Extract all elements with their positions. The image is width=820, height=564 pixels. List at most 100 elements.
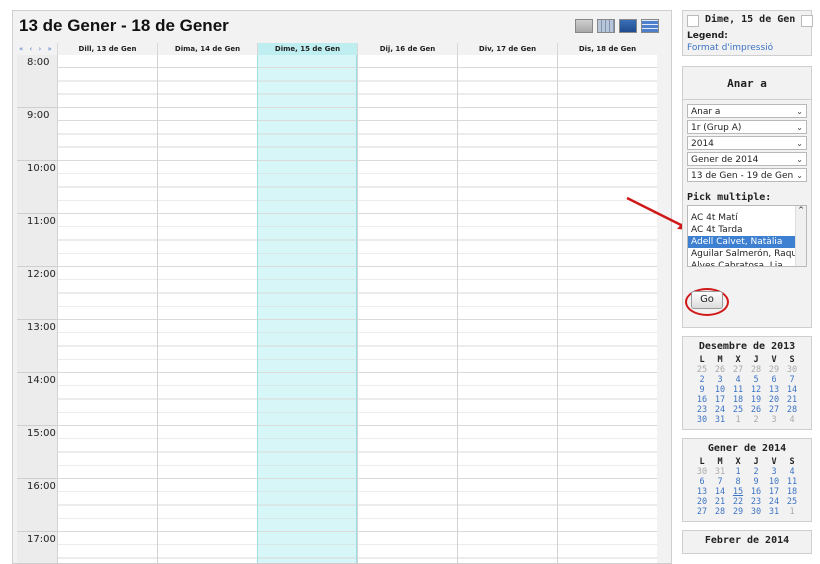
weekday-label: M: [717, 457, 723, 467]
work-week-view-icon[interactable]: [619, 19, 637, 33]
calendar-day[interactable]: 21: [783, 395, 801, 405]
go-button[interactable]: Go: [691, 291, 723, 309]
select-value: Gener de 2014: [691, 155, 759, 165]
day-header[interactable]: Dill, 13 de Gen: [57, 43, 157, 55]
calendar-day[interactable]: 10: [765, 477, 783, 487]
list-item[interactable]: Aguilar Salmerón, Raqu: [688, 248, 806, 260]
calendar-day[interactable]: 29: [729, 507, 747, 517]
calendar-day[interactable]: 31: [765, 507, 783, 517]
calendar-day[interactable]: 8: [729, 477, 747, 487]
calendar-day[interactable]: 7: [711, 477, 729, 487]
calendar-day[interactable]: 9: [747, 477, 765, 487]
calendar-day[interactable]: 25: [783, 497, 801, 507]
goto-select[interactable]: Anar a ⌄: [687, 104, 807, 118]
goto-select[interactable]: 13 de Gen - 19 de Gen ⌄: [687, 168, 807, 182]
week-nav-arrows[interactable]: « ‹ › »: [17, 43, 57, 55]
goto-select[interactable]: 1r (Grup A) ⌄: [687, 120, 807, 134]
calendar-day[interactable]: 11: [783, 477, 801, 487]
calendar-day[interactable]: 27: [693, 507, 711, 517]
list-item[interactable]: AC 4t Matí: [688, 212, 806, 224]
mini-calendar-title[interactable]: Desembre de 2013: [683, 341, 811, 352]
calendar-day[interactable]: 4: [783, 467, 801, 477]
day-column[interactable]: [357, 55, 457, 563]
calendar-day[interactable]: 26: [747, 405, 765, 415]
calendar-day[interactable]: 14: [783, 385, 801, 395]
calendar-day[interactable]: 14: [711, 487, 729, 497]
day-column[interactable]: [57, 55, 157, 563]
calendar-day[interactable]: 9: [693, 385, 711, 395]
calendar-day[interactable]: 24: [765, 497, 783, 507]
calendar-day[interactable]: 23: [747, 497, 765, 507]
calendar-day[interactable]: 18: [783, 487, 801, 497]
next-day-box[interactable]: [801, 15, 813, 27]
day-header[interactable]: Dime, 15 de Gen: [257, 43, 357, 55]
calendar-day[interactable]: 1: [729, 467, 747, 477]
calendar-day[interactable]: 28: [711, 507, 729, 517]
calendar-day[interactable]: 28: [783, 405, 801, 415]
calendar-day[interactable]: 3: [711, 375, 729, 385]
calendar-day[interactable]: 15: [729, 487, 747, 497]
goto-select[interactable]: 2014 ⌄: [687, 136, 807, 150]
calendar-day[interactable]: 4: [729, 375, 747, 385]
calendar-day[interactable]: 20: [693, 497, 711, 507]
listbox-scrollbar[interactable]: ^: [795, 206, 806, 266]
calendar-day[interactable]: 18: [729, 395, 747, 405]
calendar-day[interactable]: 13: [693, 487, 711, 497]
calendar-day[interactable]: 21: [711, 497, 729, 507]
calendar-day[interactable]: 16: [747, 487, 765, 497]
calendar-day[interactable]: 16: [693, 395, 711, 405]
day-column[interactable]: [557, 55, 657, 563]
mini-calendar-title[interactable]: Gener de 2014: [683, 443, 811, 454]
list-item[interactable]: AC 4t Tarda: [688, 224, 806, 236]
mini-calendar-title[interactable]: Febrer de 2014: [683, 535, 811, 546]
week-view-icon[interactable]: [597, 19, 615, 33]
calendar-day[interactable]: 5: [747, 375, 765, 385]
day-headers: Dill, 13 de Gen Dima, 14 de Gen Dime, 15 d…: [57, 43, 657, 55]
day-column[interactable]: [457, 55, 557, 563]
calendar-day[interactable]: 17: [765, 487, 783, 497]
calendar-day[interactable]: 31: [711, 415, 729, 425]
day-header[interactable]: Dima, 14 de Gen: [157, 43, 257, 55]
hour-label: 14:00: [17, 373, 57, 426]
calendar-day[interactable]: 27: [765, 405, 783, 415]
list-item[interactable]: Alves Cabratosa, Lia: [688, 260, 806, 266]
calendar-day[interactable]: 11: [729, 385, 747, 395]
list-item[interactable]: Adell Calvet, Natàlia: [688, 236, 806, 248]
calendar-day[interactable]: 30: [747, 507, 765, 517]
prev-day-box[interactable]: [687, 15, 699, 27]
time-column: 8:00 9:00 10:00 11:00 12:00 13:00 14:00 15:00 16…: [17, 55, 57, 563]
select-value: 13 de Gen - 19 de Gen: [691, 171, 794, 181]
day-header[interactable]: Dis, 18 de Gen: [557, 43, 657, 55]
calendar-day[interactable]: 22: [729, 497, 747, 507]
calendar-day[interactable]: 20: [765, 395, 783, 405]
calendar-day[interactable]: 17: [711, 395, 729, 405]
calendar-day[interactable]: 23: [693, 405, 711, 415]
day-column[interactable]: [157, 55, 257, 563]
calendar-day[interactable]: 6: [765, 375, 783, 385]
calendar-day[interactable]: 6: [693, 477, 711, 487]
day-header[interactable]: Dij, 16 de Gen: [357, 43, 457, 55]
day-view-icon[interactable]: [575, 19, 593, 33]
calendar-day[interactable]: 25: [729, 405, 747, 415]
calendar-day[interactable]: 2: [747, 467, 765, 477]
hour-label: 8:00: [17, 55, 57, 108]
calendar-day[interactable]: 7: [783, 375, 801, 385]
calendar-day[interactable]: 24: [711, 405, 729, 415]
calendar-day[interactable]: 3: [765, 467, 783, 477]
pick-multiple-listbox[interactable]: AC 4t Matí AC 4t Tarda Adell Calvet, Natàl…: [687, 205, 807, 267]
goto-select[interactable]: Gener de 2014 ⌄: [687, 152, 807, 166]
calendar-day[interactable]: 19: [747, 395, 765, 405]
calendar-day[interactable]: 30: [693, 415, 711, 425]
calendar-day[interactable]: 2: [693, 375, 711, 385]
print-format-link[interactable]: Format d'impressió: [687, 43, 773, 53]
calendar-day[interactable]: 13: [765, 385, 783, 395]
weekday-label: X: [735, 457, 741, 467]
scroll-up-icon[interactable]: ^: [796, 206, 806, 214]
calendar-day[interactable]: 12: [747, 385, 765, 395]
calendar-day[interactable]: 10: [711, 385, 729, 395]
day-column[interactable]: [257, 55, 357, 563]
month-view-icon[interactable]: [641, 19, 659, 33]
hour-label: 9:00: [17, 108, 57, 161]
day-header[interactable]: Div, 17 de Gen: [457, 43, 557, 55]
calendar-day: 1: [735, 415, 741, 425]
